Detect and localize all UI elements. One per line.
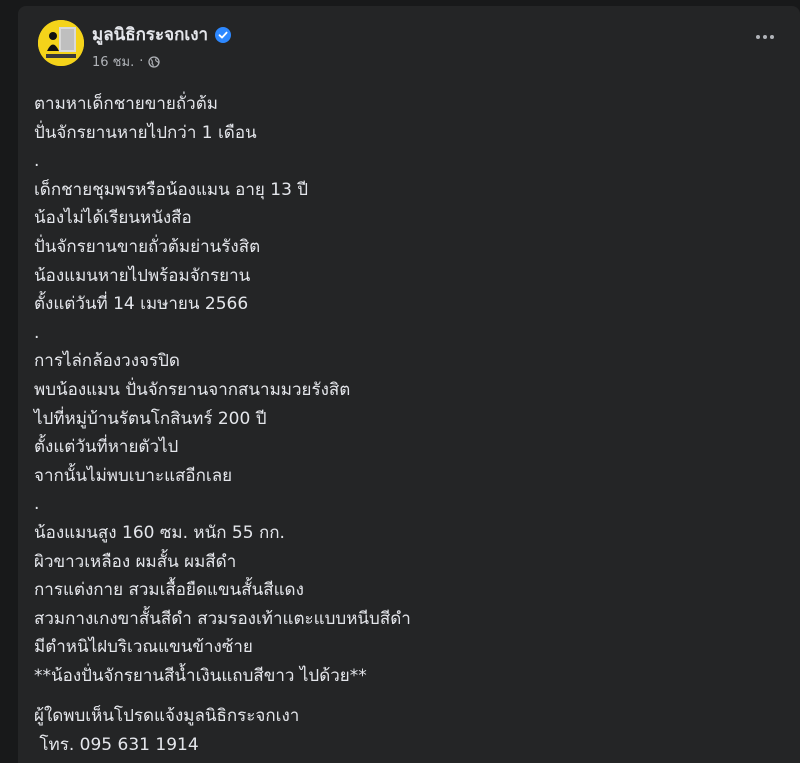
verified-badge-icon [215, 26, 232, 43]
post-line: ไปที่หมู่บ้านรัตนโกสินทร์ 200 ปี [34, 408, 267, 429]
more-options-icon[interactable] [754, 32, 776, 42]
post-line: น้องไม่ได้เรียนหนังสือ [34, 208, 192, 229]
post-line: . [34, 151, 40, 172]
page-name-row: มูลนิธิกระจกเงา [92, 21, 232, 48]
post-timestamp[interactable]: 16 ชม. [92, 51, 134, 72]
post-line: การแต่งกาย สวมเสื้อยืดแขนสั้นสีแดง [34, 580, 304, 601]
globe-icon [148, 55, 160, 68]
post-line: ตั้งแต่วันที่หายตัวไป [34, 437, 179, 458]
page-name-link[interactable]: มูลนิธิกระจกเงา [92, 21, 208, 48]
post-line: ตามหาเด็กชายขายถั่วต้ม [34, 94, 218, 114]
post-line: การไล่กล้องวงจรปิด [34, 351, 180, 372]
post-line: มีตำหนิไฝบริเวณแขนข้างซ้าย [34, 637, 253, 658]
mirror-foundation-logo-icon [38, 20, 84, 66]
meta-separator: · [139, 54, 144, 69]
post-line: ปั่นจักรยานหายไปกว่า 1 เดือน [34, 122, 257, 143]
post-line: พบน้องแมน ปั่นจักรยานจากสนามมวยรังสิต [34, 379, 351, 400]
post-line: สวมกางเกงขาสั้นสีดำ สวมรองเท้าแตะแบบหนีบ… [34, 608, 411, 629]
contact-line: ผู้ใดพบเห็นโปรดแจ้งมูลนิธิกระจกเงา [34, 706, 300, 727]
post-line: ปั่นจักรยานขายถั่วต้มย่านรังสิต [34, 236, 261, 257]
post-line: **น้องปั่นจักรยานสีน้ำเงินแถบสีขาว ไปด้ว… [34, 665, 367, 686]
post-line: น้องแมนสูง 160 ซม. หนัก 55 กก. [34, 522, 285, 543]
post-line: . [34, 494, 40, 515]
post-line: น้องแมนหายไปพร้อมจักรยาน [34, 265, 251, 286]
post-message: ตามหาเด็กชายขายถั่วต้ม ปั่นจักรยานหายไปก… [34, 90, 774, 760]
post-line: เด็กชายชุมพรหรือน้องแมน อายุ 13 ปี [34, 179, 309, 200]
post-card: มูลนิธิกระจกเงา 16 ชม. · ตามหาเด็กชายขาย… [18, 6, 800, 763]
post-line: ผิวขาวเหลือง ผมสั้น ผมสีดำ [34, 551, 237, 572]
post-meta: 16 ชม. · [92, 51, 160, 72]
post-line: จากนั้นไม่พบเบาะแสอีกเลย [34, 465, 233, 486]
post-line: ตั้งแต่วันที่ 14 เมษายน 2566 [34, 294, 249, 315]
phone-line: โทร. 095 631 1914 [34, 735, 199, 756]
post-line: . [34, 322, 40, 343]
page-avatar[interactable] [38, 20, 84, 66]
